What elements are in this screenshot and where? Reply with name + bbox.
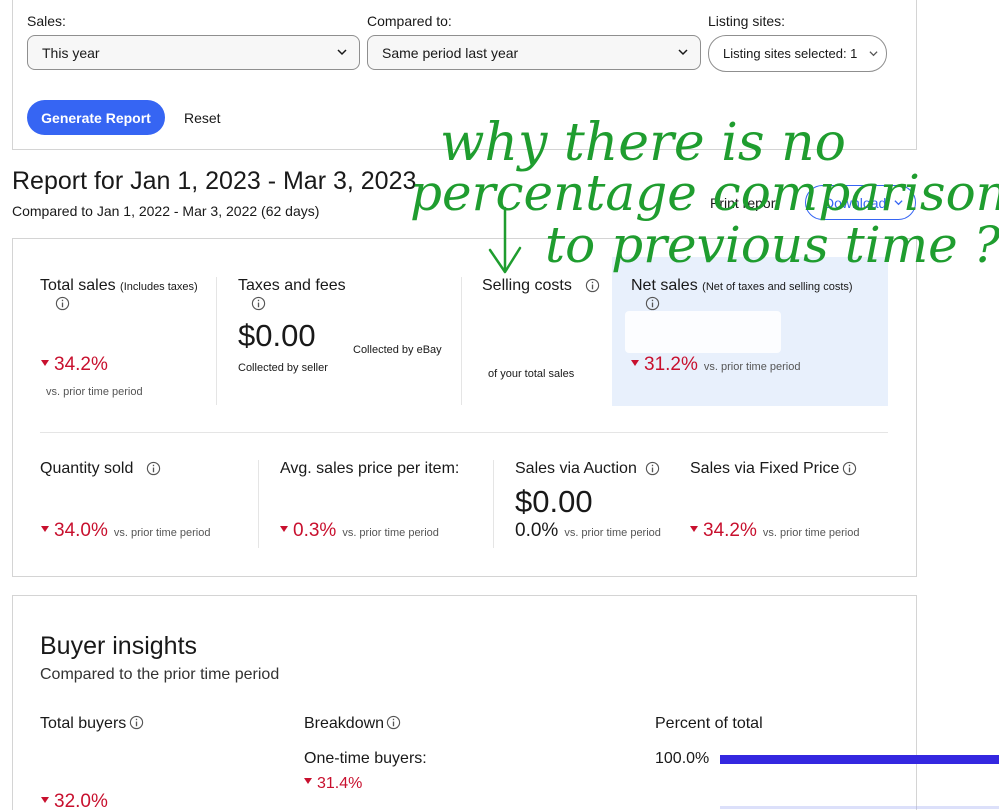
selling-costs-of-total: of your total sales <box>488 368 575 380</box>
sales-label: Sales: <box>27 13 66 29</box>
fixed-price-change: 34.2% vs. prior time period <box>690 520 859 542</box>
fixed-price-vs: vs. prior time period <box>762 527 860 539</box>
listing-sites-label: Listing sites: <box>708 13 786 29</box>
print-report-link[interactable]: Print report <box>710 195 779 211</box>
net-sales-title: Net sales (Net of taxes and selling cost… <box>631 277 853 294</box>
net-sales-note: (Net of taxes and selling costs) <box>702 281 853 293</box>
total-sales-change: 34.2% <box>41 354 108 376</box>
avg-price-vs: vs. prior time period <box>342 527 439 539</box>
repeat-percent-bar <box>720 806 999 809</box>
quantity-sold-vs: vs. prior time period <box>113 527 211 539</box>
auction-value: $0.00 <box>515 484 593 519</box>
info-icon[interactable] <box>251 296 266 311</box>
info-icon[interactable] <box>129 715 144 730</box>
chevron-down-icon <box>869 51 878 57</box>
total-sales-note: (Includes taxes) <box>120 281 198 293</box>
total-buyers-title: Total buyers <box>40 715 127 732</box>
compared-select[interactable]: Same period last year <box>367 35 701 70</box>
download-label: Download <box>824 194 887 211</box>
chevron-down-icon <box>678 49 688 56</box>
info-icon[interactable] <box>645 296 660 311</box>
compared-value: Same period last year <box>382 44 519 61</box>
avg-price-change: 0.3% vs. prior time period <box>280 520 439 542</box>
buyer-insights-subtitle: Compared to the prior time period <box>40 666 280 683</box>
buyer-insights-title: Buyer insights <box>40 632 198 660</box>
compared-label: Compared to: <box>367 13 452 29</box>
info-icon[interactable] <box>585 278 600 293</box>
report-compared: Compared to Jan 1, 2022 - Mar 3, 2022 (6… <box>12 203 320 219</box>
divider <box>40 432 888 433</box>
total-sales-title: Total sales (Includes taxes) <box>40 277 198 294</box>
divider <box>258 460 259 548</box>
percent-of-total-title: Percent of total <box>655 715 763 732</box>
collected-by-seller: Collected by seller <box>238 362 328 374</box>
auction-change: 0.0% vs. prior time period <box>515 520 661 541</box>
sales-period-value: This year <box>42 44 100 61</box>
quantity-sold-change: 34.0% vs. prior time period <box>41 520 210 542</box>
one-time-percent: 100.0% <box>655 750 710 767</box>
reset-button[interactable]: Reset <box>184 110 221 126</box>
fixed-price-title: Sales via Fixed Price <box>690 460 840 477</box>
chevron-down-icon <box>337 49 347 56</box>
auction-vs: vs. prior time period <box>564 527 661 539</box>
info-icon[interactable] <box>55 296 70 311</box>
selling-costs-title: Selling costs <box>482 277 572 294</box>
info-icon[interactable] <box>645 461 660 476</box>
divider <box>461 277 462 405</box>
one-time-buyers-change: 31.4% <box>304 775 362 793</box>
taxes-fees-title: Taxes and fees <box>238 277 346 294</box>
info-icon[interactable] <box>842 461 857 476</box>
one-time-percent-bar <box>720 755 999 764</box>
avg-price-title: Avg. sales price per item: <box>280 460 460 477</box>
download-button[interactable]: Download <box>805 185 916 220</box>
breakdown-title: Breakdown <box>304 715 385 732</box>
auction-title: Sales via Auction <box>515 460 637 477</box>
divider <box>493 460 494 548</box>
divider <box>216 277 217 405</box>
total-sales-vs: vs. prior time period <box>46 386 143 398</box>
taxes-seller-value: $0.00 <box>238 318 316 353</box>
net-sales-change: 31.2% vs. prior time period <box>631 354 800 376</box>
report-title: Report for Jan 1, 2023 - Mar 3, 2023 <box>12 167 417 195</box>
total-buyers-change: 32.0% <box>41 791 108 810</box>
redacted-value <box>625 311 781 353</box>
quantity-sold-title: Quantity sold <box>40 460 134 477</box>
buyer-insights-card <box>12 595 917 810</box>
info-icon[interactable] <box>386 715 401 730</box>
generate-report-button[interactable]: Generate Report <box>27 100 165 135</box>
collected-by-ebay: Collected by eBay <box>353 344 442 356</box>
one-time-buyers-label: One-time buyers: <box>304 750 427 767</box>
net-sales-vs: vs. prior time period <box>703 361 801 373</box>
chevron-down-icon <box>894 200 903 206</box>
listing-sites-select[interactable]: Listing sites selected: 1 <box>708 35 887 72</box>
info-icon[interactable] <box>146 461 161 476</box>
sales-period-select[interactable]: This year <box>27 35 360 70</box>
listing-sites-value: Listing sites selected: 1 <box>723 46 858 61</box>
